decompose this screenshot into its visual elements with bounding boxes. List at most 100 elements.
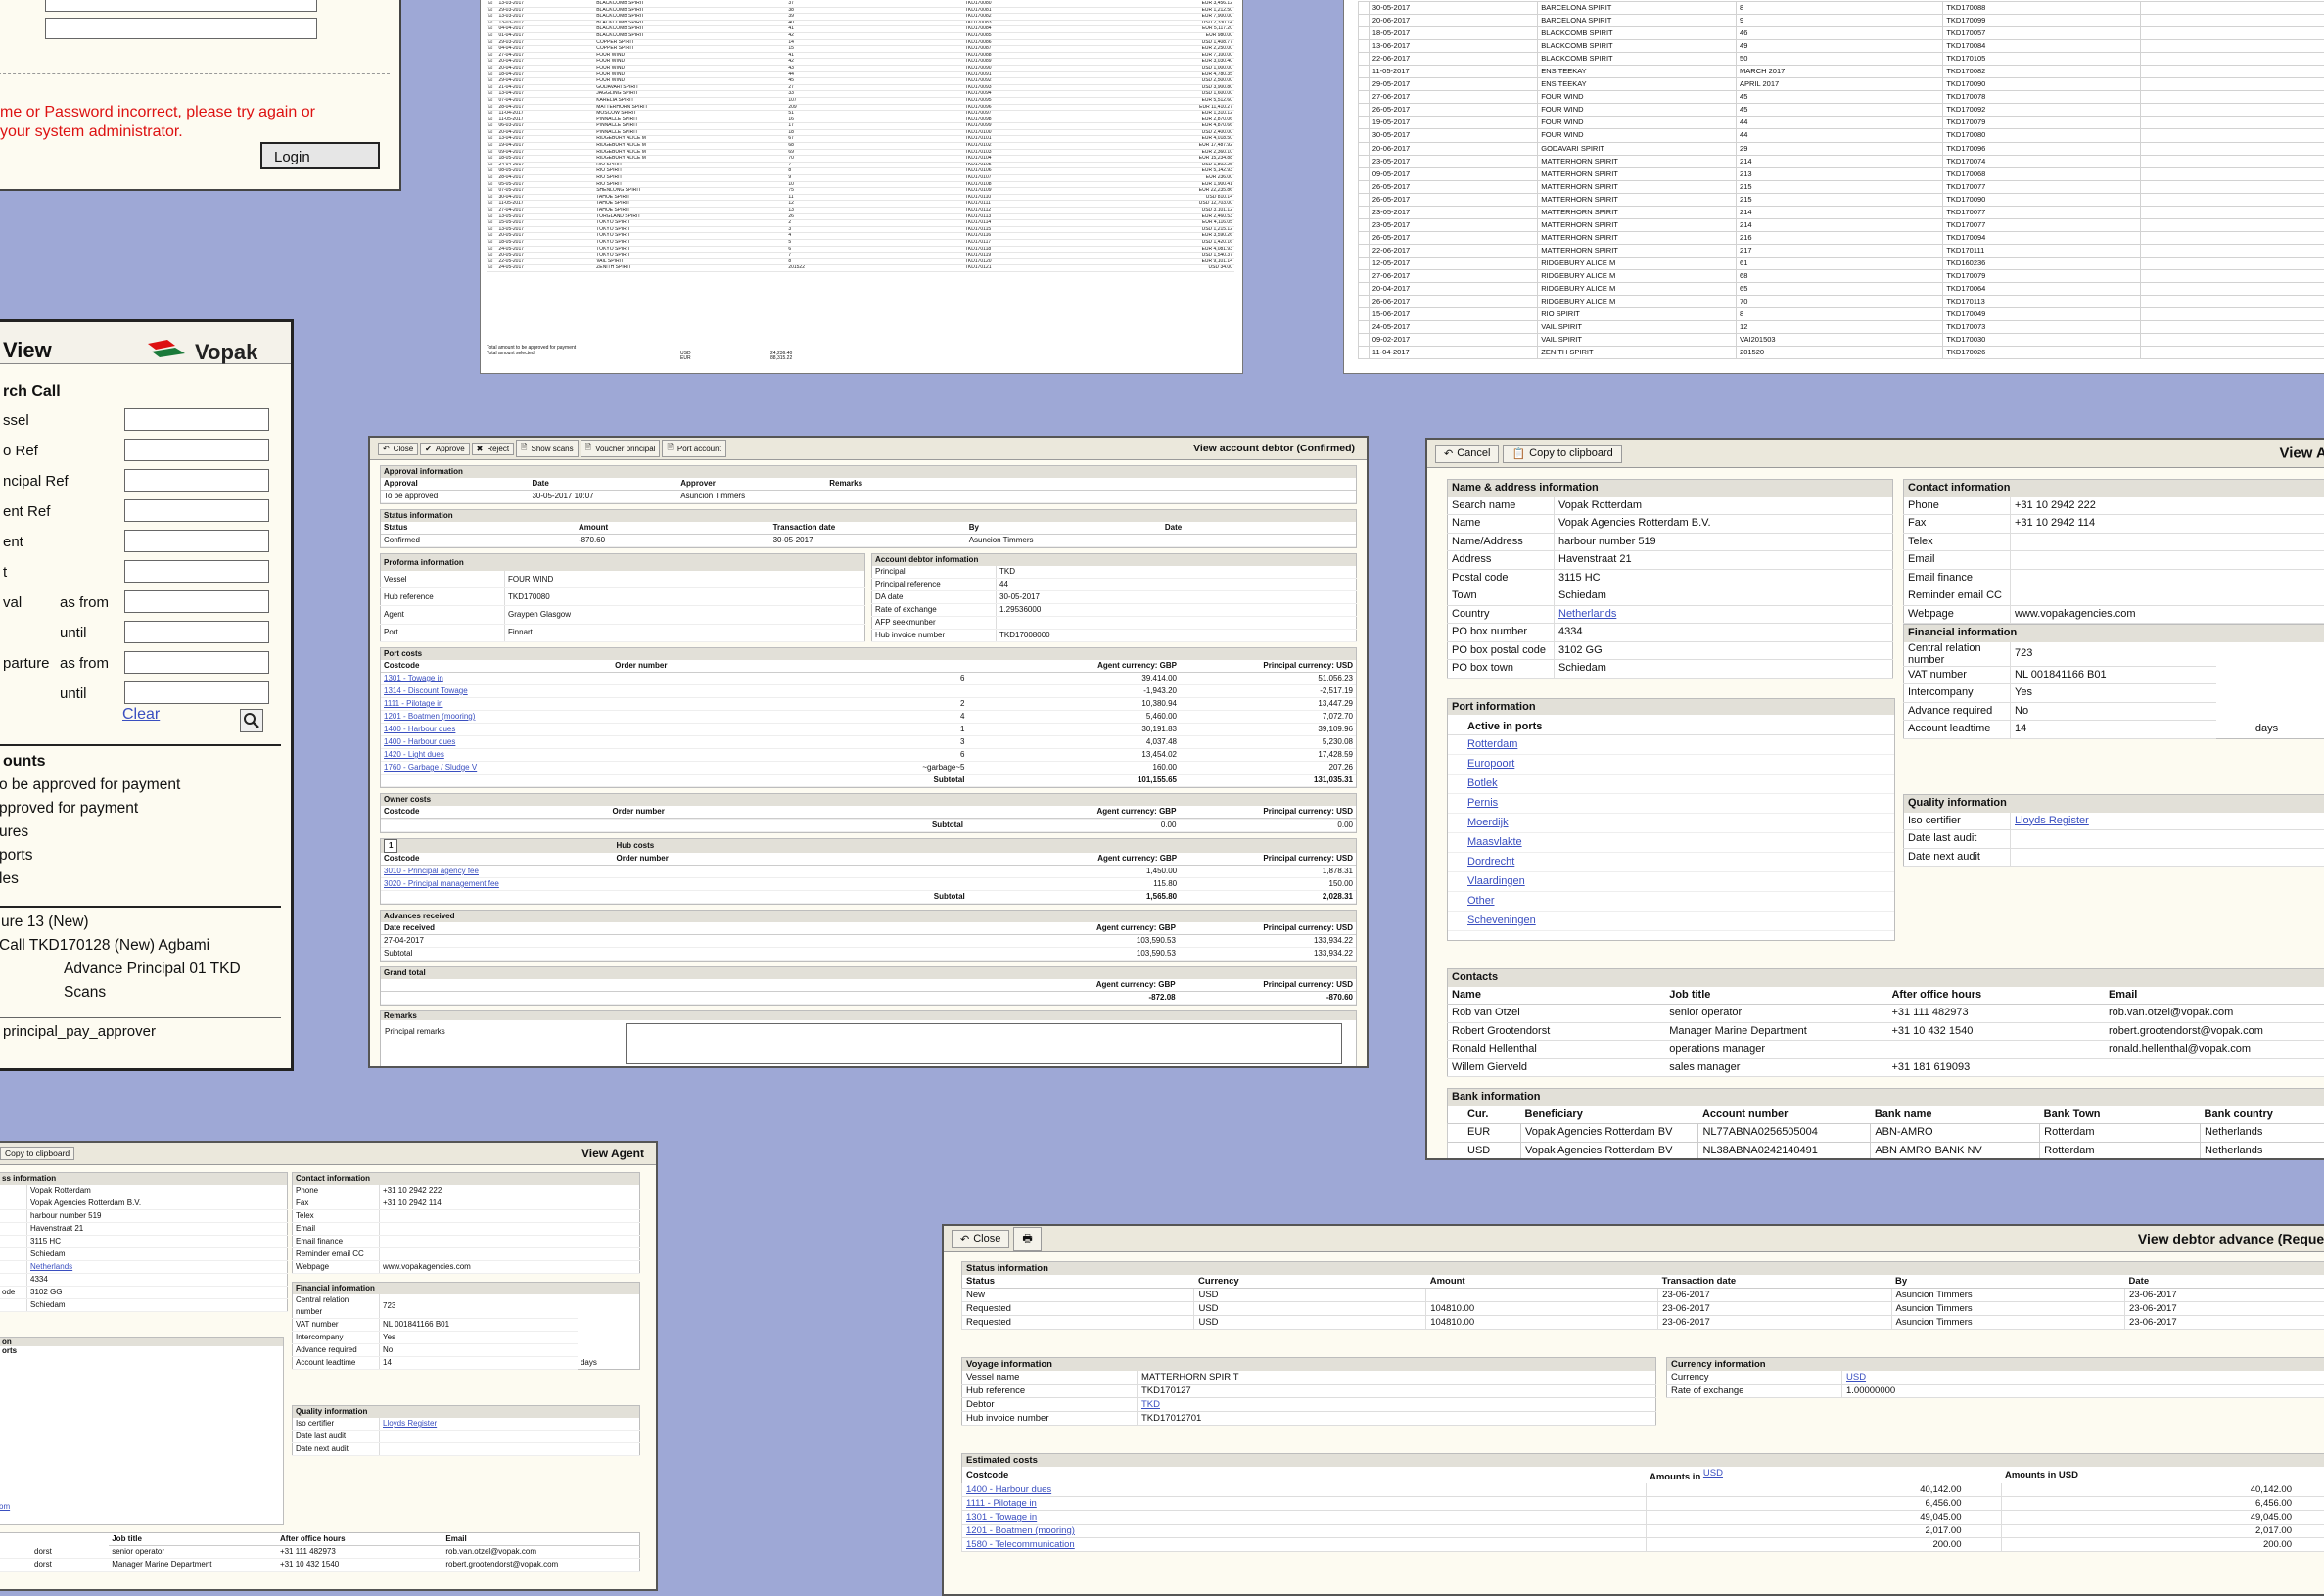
accounts-link[interactable]: ports — [0, 847, 32, 865]
toolbar-button-reject[interactable]: ✖Reject — [472, 443, 514, 455]
cancel-button[interactable]: ↶ Cancel — [1435, 445, 1499, 463]
cost-code-link[interactable]: 1420 - Light dues — [381, 749, 612, 762]
row-checkbox[interactable]: ☑ — [487, 20, 496, 26]
cost-code-link[interactable]: 1201 - Boatmen (mooring) — [381, 711, 612, 724]
search-field-input[interactable] — [124, 621, 269, 643]
cost-code-link[interactable]: 1400 - Harbour dues — [381, 724, 612, 736]
cost-code-link[interactable]: 3020 - Principal management fee — [381, 878, 614, 891]
row-checkbox[interactable]: ☑ — [487, 71, 496, 78]
row-checkbox[interactable]: ☑ — [487, 14, 496, 21]
field-value[interactable]: USD — [1842, 1371, 2324, 1385]
field-value[interactable]: Lloyds Register — [380, 1418, 640, 1431]
recent-item[interactable]: Scans — [64, 984, 106, 1002]
cost-code-link[interactable]: 1400 - Harbour dues — [962, 1483, 1647, 1497]
cost-code-link[interactable]: 1400 - Harbour dues — [381, 736, 612, 749]
port-link[interactable]: Europoort — [1448, 755, 1894, 775]
password-input[interactable] — [45, 18, 317, 39]
cost-code-link[interactable]: 1111 - Pilotage in — [962, 1497, 1647, 1511]
toolbar-button-show-scans[interactable]: 🖹Show scans — [516, 440, 579, 457]
search-field-input[interactable] — [124, 651, 269, 674]
row-checkbox[interactable]: ☑ — [487, 258, 496, 265]
row-checkbox[interactable]: ☑ — [487, 91, 496, 98]
currency-link[interactable]: USD — [1703, 1468, 1723, 1479]
row-checkbox[interactable]: ☑ — [487, 97, 496, 104]
row-checkbox[interactable]: ☑ — [487, 59, 496, 66]
toolbar-button-port-account[interactable]: 🖹Port account — [662, 440, 725, 457]
accounts-link[interactable]: ures — [0, 823, 28, 841]
row-checkbox[interactable]: ☑ — [487, 32, 496, 39]
port-link[interactable]: om — [0, 1502, 10, 1511]
port-link[interactable]: Scheveningen — [1448, 912, 1894, 931]
row-checkbox[interactable]: ☑ — [487, 220, 496, 227]
row-checkbox[interactable]: ☑ — [487, 111, 496, 117]
search-field-input[interactable] — [124, 681, 269, 704]
cost-code-link[interactable]: 1580 - Telecommunication — [962, 1538, 1647, 1552]
row-checkbox[interactable]: ☑ — [487, 46, 496, 53]
field-value[interactable]: Lloyds Register — [2011, 813, 2324, 830]
row-checkbox[interactable]: ☑ — [487, 65, 496, 71]
close-button[interactable]: ↶ Close — [952, 1230, 1009, 1248]
row-checkbox[interactable]: ☑ — [487, 175, 496, 182]
row-checkbox[interactable]: ☑ — [487, 213, 496, 220]
row-checkbox[interactable]: ☑ — [487, 233, 496, 240]
search-field-input[interactable] — [124, 439, 269, 461]
port-link[interactable]: Rotterdam — [1448, 735, 1894, 755]
remarks-textarea[interactable] — [626, 1023, 1342, 1064]
port-link[interactable]: Maasvlakte — [1448, 833, 1894, 853]
toolbar-button-voucher-principal[interactable]: 🖹Voucher principal — [581, 440, 661, 457]
row-checkbox[interactable]: ☑ — [487, 26, 496, 33]
search-field-input[interactable] — [124, 469, 269, 492]
row-checkbox[interactable]: ☑ — [487, 117, 496, 123]
row-checkbox[interactable]: ☑ — [487, 52, 496, 59]
search-field-input[interactable] — [124, 499, 269, 522]
copy-clipboard-button[interactable]: 📋 Copy to clipboard — [1503, 445, 1621, 463]
search-field-input[interactable] — [124, 590, 269, 613]
port-link[interactable]: Dordrecht — [1448, 853, 1894, 872]
search-icon[interactable] — [240, 709, 263, 732]
row-checkbox[interactable]: ☑ — [487, 78, 496, 85]
field-value[interactable]: Netherlands — [27, 1261, 288, 1274]
recent-item[interactable]: Call TKD170128 (New) Agbami — [0, 937, 209, 955]
search-field-input[interactable] — [124, 408, 269, 431]
cost-code-link[interactable]: 1301 - Towage in — [962, 1511, 1647, 1525]
row-checkbox[interactable]: ☑ — [487, 253, 496, 259]
row-checkbox[interactable]: ☑ — [487, 143, 496, 150]
row-checkbox[interactable]: ☑ — [487, 156, 496, 163]
row-checkbox[interactable]: ☑ — [487, 201, 496, 208]
field-value[interactable]: TKD — [1138, 1398, 1656, 1412]
row-checkbox[interactable]: ☑ — [487, 265, 496, 272]
field-value[interactable]: Netherlands — [1555, 605, 1893, 624]
cost-code-link[interactable]: 1201 - Boatmen (mooring) — [962, 1525, 1647, 1538]
row-checkbox[interactable]: ☑ — [487, 149, 496, 156]
port-link[interactable]: Vlaardingen — [1448, 872, 1894, 892]
port-link[interactable]: Pernis — [1448, 794, 1894, 814]
accounts-link[interactable]: les — [0, 870, 19, 888]
cost-code-link[interactable]: 1111 - Pilotage in — [381, 698, 612, 711]
toolbar-button-close[interactable]: ↶Close — [378, 443, 418, 455]
row-checkbox[interactable]: ☑ — [487, 162, 496, 168]
login-button[interactable]: Login — [260, 142, 380, 169]
cost-code-link[interactable]: 1760 - Garbage / Sludge V — [381, 762, 612, 775]
recent-item[interactable]: ure 13 (New) — [1, 914, 89, 931]
row-checkbox[interactable]: ☑ — [487, 168, 496, 175]
accounts-link[interactable]: o be approved for payment — [0, 776, 180, 794]
row-checkbox[interactable]: ☑ — [487, 129, 496, 136]
row-checkbox[interactable]: ☑ — [487, 226, 496, 233]
cost-code-link[interactable]: 1301 - Towage in — [381, 673, 612, 685]
port-link[interactable]: Moerdijk — [1448, 814, 1894, 833]
row-checkbox[interactable]: ☑ — [487, 104, 496, 111]
row-checkbox[interactable]: ☑ — [487, 181, 496, 188]
port-link[interactable]: Other — [1448, 892, 1894, 912]
row-checkbox[interactable]: ☑ — [487, 123, 496, 130]
toolbar-button-approve[interactable]: ✔Approve — [420, 443, 470, 455]
row-checkbox[interactable]: ☑ — [487, 84, 496, 91]
recent-item[interactable]: Advance Principal 01 TKD — [64, 961, 241, 978]
print-icon[interactable]: 🖶 — [1013, 1227, 1041, 1251]
accounts-link[interactable]: pproved for payment — [0, 800, 138, 818]
username-input[interactable] — [45, 0, 317, 12]
row-checkbox[interactable]: ☑ — [487, 136, 496, 143]
row-checkbox[interactable]: ☑ — [487, 188, 496, 195]
row-checkbox[interactable]: ☑ — [487, 7, 496, 14]
row-checkbox[interactable]: ☑ — [487, 239, 496, 246]
row-checkbox[interactable]: ☑ — [487, 208, 496, 214]
